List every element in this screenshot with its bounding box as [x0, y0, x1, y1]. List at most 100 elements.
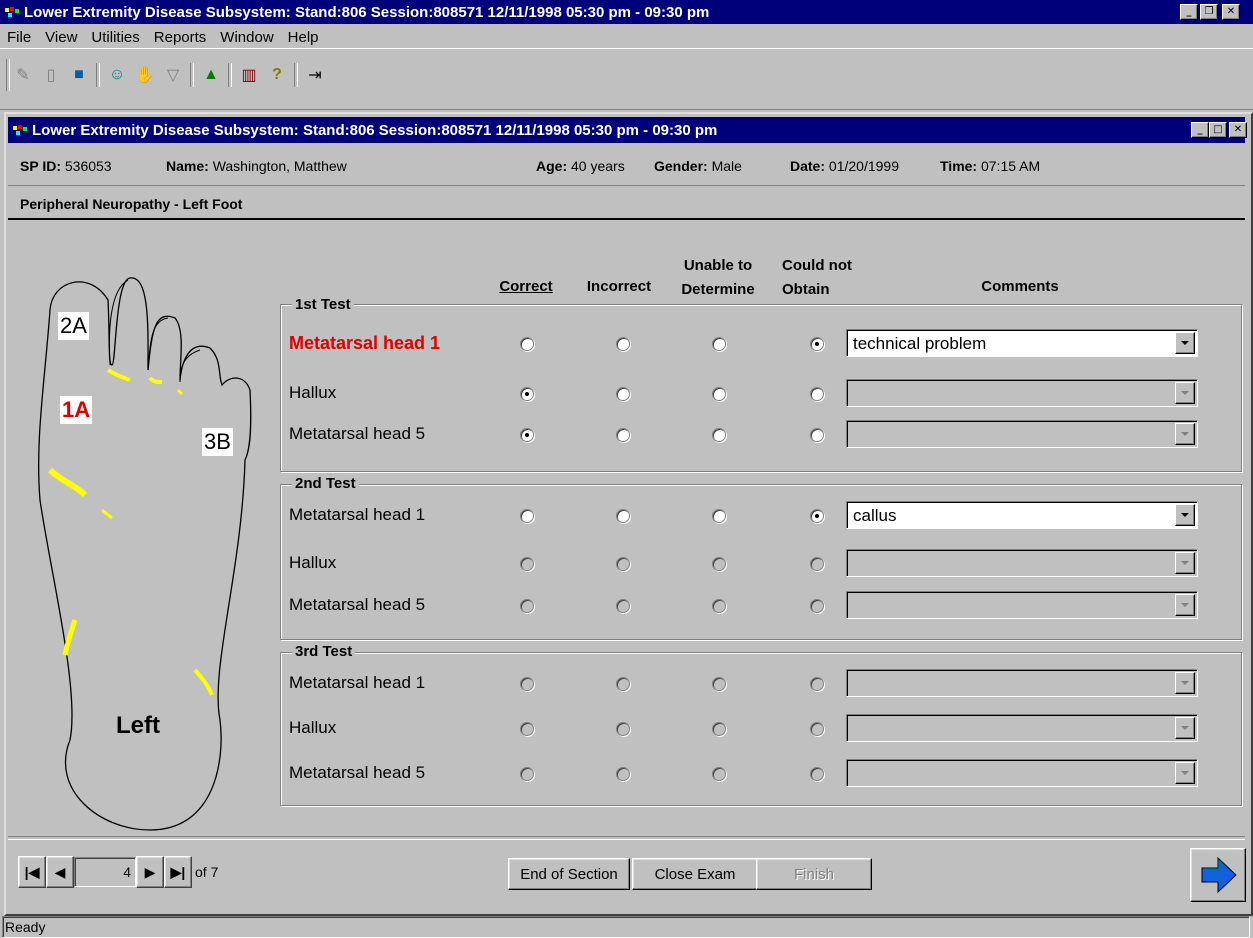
close-icon[interactable]: ✕: [1222, 4, 1240, 20]
comment-dropdown[interactable]: [846, 379, 1198, 407]
first-record-icon[interactable]: |◀: [18, 856, 46, 888]
app-icon[interactable]: [4, 5, 20, 19]
radio-unable[interactable]: [712, 677, 726, 691]
folder-icon[interactable]: ■: [68, 64, 90, 86]
radio-could-not[interactable]: [810, 722, 824, 736]
radio-unable[interactable]: [712, 428, 726, 442]
prev-record-icon[interactable]: ◀: [46, 856, 74, 888]
page-count-label: of 7: [195, 864, 219, 880]
dropdown-arrow-icon[interactable]: [1175, 332, 1195, 354]
radio-could-not[interactable]: [810, 677, 824, 691]
dropdown-arrow-icon[interactable]: [1175, 717, 1195, 739]
menu-view[interactable]: View: [45, 29, 77, 46]
child-close-icon[interactable]: ✕: [1229, 122, 1247, 138]
dropdown-arrow-icon[interactable]: [1175, 552, 1195, 574]
menu-reports[interactable]: Reports: [154, 29, 207, 46]
foot-side-label: Left: [116, 712, 160, 739]
menu-file[interactable]: File: [7, 29, 31, 46]
help-icon[interactable]: ?: [266, 64, 288, 86]
radio-unable[interactable]: [712, 767, 726, 781]
radio-could-not[interactable]: [810, 767, 824, 781]
next-record-icon[interactable]: ▶: [136, 856, 164, 888]
radio-incorrect[interactable]: [616, 337, 630, 351]
next-section-button[interactable]: [1190, 848, 1246, 902]
patient-info-bar: SP ID: 536053 Name: Washington, Matthew …: [8, 147, 1245, 186]
radio-incorrect[interactable]: [616, 557, 630, 571]
radio-could-not[interactable]: [810, 387, 824, 401]
page-number-field[interactable]: 4: [74, 857, 136, 887]
last-record-icon[interactable]: ▶|: [164, 856, 192, 888]
radio-correct[interactable]: [520, 767, 534, 781]
stop-hand-icon[interactable]: ✋: [134, 64, 156, 86]
comment-dropdown[interactable]: technical problem: [846, 329, 1198, 357]
comment-dropdown[interactable]: [846, 420, 1198, 448]
status-text: Ready: [5, 919, 46, 935]
radio-unable[interactable]: [712, 557, 726, 571]
comment-dropdown[interactable]: [846, 549, 1198, 577]
time-label: Time:: [940, 158, 978, 174]
radio-could-not[interactable]: [810, 557, 824, 571]
clear-icon[interactable]: ✎: [12, 64, 34, 86]
exit-icon[interactable]: ⇥: [304, 64, 326, 86]
comment-dropdown[interactable]: [846, 714, 1198, 742]
radio-could-not[interactable]: [810, 428, 824, 442]
radio-unable[interactable]: [712, 509, 726, 523]
dropdown-arrow-icon[interactable]: [1175, 423, 1195, 445]
books-icon[interactable]: ▥: [238, 64, 260, 86]
record-navigator: |◀ ◀ 4 ▶ ▶| of 7: [18, 856, 218, 888]
comment-dropdown[interactable]: [846, 669, 1198, 697]
radio-correct[interactable]: [520, 387, 534, 401]
radio-correct[interactable]: [520, 722, 534, 736]
radio-unable[interactable]: [712, 337, 726, 351]
radio-incorrect[interactable]: [616, 509, 630, 523]
radio-unable[interactable]: [712, 599, 726, 613]
filter-icon[interactable]: ▽: [162, 64, 184, 86]
radio-correct[interactable]: [520, 509, 534, 523]
child-maximize-icon[interactable]: □: [1209, 122, 1227, 138]
minimize-icon[interactable]: _: [1180, 4, 1198, 20]
child-title: Lower Extremity Disease Subsystem: Stand…: [32, 121, 718, 139]
radio-could-not[interactable]: [810, 337, 824, 351]
menu-utilities[interactable]: Utilities: [91, 29, 139, 46]
finish-button[interactable]: Finish: [756, 858, 872, 890]
clipboard-icon[interactable]: ▯: [40, 64, 62, 86]
radio-correct[interactable]: [520, 599, 534, 613]
comment-dropdown[interactable]: [846, 591, 1198, 619]
radio-could-not[interactable]: [810, 509, 824, 523]
dropdown-arrow-icon[interactable]: [1175, 504, 1195, 526]
radio-correct[interactable]: [520, 337, 534, 351]
radio-unable[interactable]: [712, 387, 726, 401]
radio-could-not[interactable]: [810, 599, 824, 613]
comment-dropdown[interactable]: callus: [846, 501, 1198, 529]
menu-window[interactable]: Window: [220, 29, 273, 46]
radio-correct[interactable]: [520, 677, 534, 691]
radio-correct[interactable]: [520, 557, 534, 571]
row-label: Metatarsal head 5: [289, 763, 426, 782]
row-label: Metatarsal head 1: [289, 505, 426, 524]
radio-incorrect[interactable]: [616, 767, 630, 781]
radio-correct[interactable]: [520, 428, 534, 442]
dropdown-arrow-icon[interactable]: [1175, 382, 1195, 404]
foot-outline-icon: [38, 277, 252, 831]
radio-incorrect[interactable]: [616, 387, 630, 401]
dropdown-arrow-icon[interactable]: [1175, 672, 1195, 694]
end-of-section-button[interactable]: End of Section: [508, 858, 630, 890]
restore-icon[interactable]: ❐: [1200, 4, 1218, 20]
people-icon[interactable]: ☺: [106, 64, 128, 86]
close-exam-button[interactable]: Close Exam: [632, 858, 758, 890]
test-group-1-title: 1st Test: [292, 296, 354, 313]
radio-incorrect[interactable]: [616, 428, 630, 442]
child-minimize-icon[interactable]: _: [1191, 122, 1209, 138]
dropdown-arrow-icon[interactable]: [1175, 594, 1195, 616]
child-app-icon[interactable]: [12, 123, 28, 137]
menu-help[interactable]: Help: [288, 29, 319, 46]
radio-incorrect[interactable]: [616, 599, 630, 613]
comment-dropdown[interactable]: [846, 759, 1198, 787]
radio-incorrect[interactable]: [616, 677, 630, 691]
radio-unable[interactable]: [712, 722, 726, 736]
shapes-icon[interactable]: ▲: [200, 64, 222, 86]
row-label: Hallux: [289, 383, 337, 402]
dropdown-arrow-icon[interactable]: [1175, 762, 1195, 784]
name-value: Washington, Matthew: [212, 158, 347, 174]
radio-incorrect[interactable]: [616, 722, 630, 736]
